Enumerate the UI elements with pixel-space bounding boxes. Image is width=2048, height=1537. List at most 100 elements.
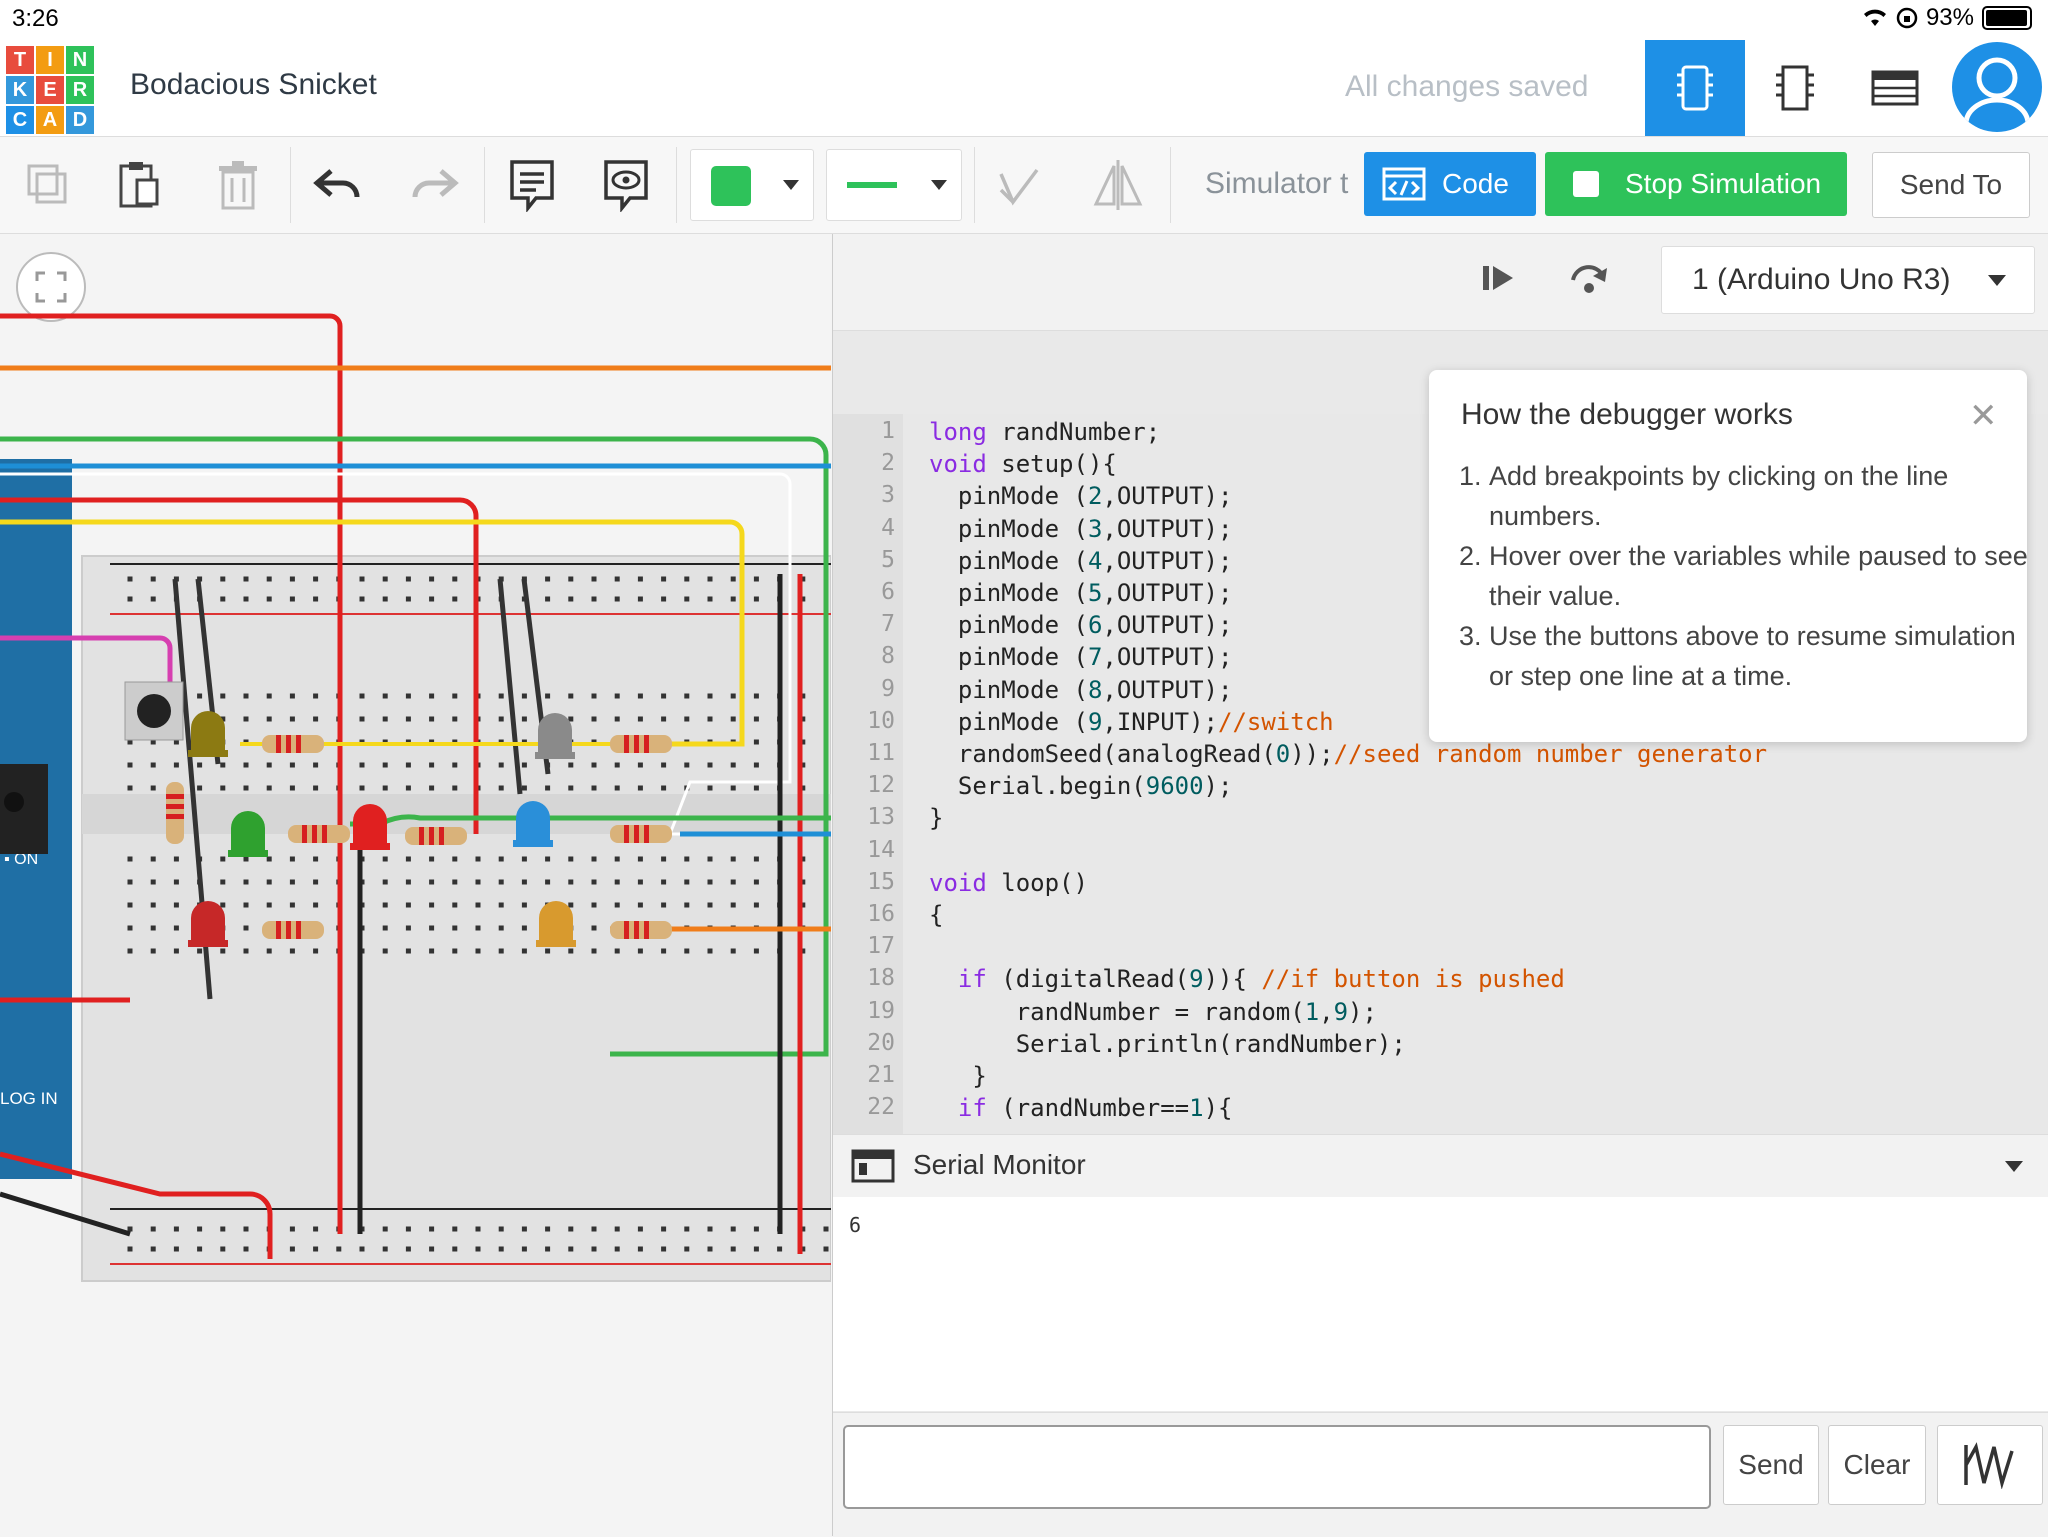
- serial-plotter-button[interactable]: [1937, 1425, 2043, 1505]
- breadboard-hole: [243, 879, 249, 885]
- breadboard-hole: [359, 1246, 365, 1252]
- code-line[interactable]: void loop(): [929, 869, 1088, 897]
- code-line[interactable]: randNumber = random(1,9);: [929, 998, 1377, 1026]
- simulator-time-label: Simulator t: [1205, 167, 1349, 200]
- debugger-help-list: Add breakpoints by clicking on the line …: [1449, 456, 2029, 696]
- breadboard-hole: [707, 762, 713, 768]
- close-icon[interactable]: ✕: [1969, 396, 1998, 436]
- circuit-canvas[interactable]: ▪ ON . . . LOG IN: [0, 234, 831, 1536]
- breadboard-hole: [127, 856, 133, 862]
- breadboard-hole: [220, 948, 226, 954]
- user-avatar[interactable]: [1952, 42, 2042, 132]
- breadboard-hole: [614, 879, 620, 885]
- code-line[interactable]: pinMode (4,OUTPUT);: [929, 547, 1233, 575]
- breadboard-hole: [684, 596, 690, 602]
- code-line[interactable]: pinMode (7,OUTPUT);: [929, 643, 1233, 671]
- code-button[interactable]: Code: [1364, 152, 1536, 216]
- serial-clear-button[interactable]: Clear: [1828, 1425, 1926, 1505]
- paste-button[interactable]: [110, 155, 170, 215]
- code-line[interactable]: pinMode (9,INPUT);//switch: [929, 708, 1334, 736]
- schematic-view-button[interactable]: [1745, 40, 1845, 136]
- code-line[interactable]: {: [929, 901, 943, 929]
- breadboard-hole: [452, 576, 458, 582]
- breadboard-hole: [289, 856, 295, 862]
- step-over-button[interactable]: [1567, 260, 1611, 301]
- code-line[interactable]: long randNumber;: [929, 418, 1160, 446]
- breadboard-hole: [405, 762, 411, 768]
- breadboard-hole: [475, 1226, 481, 1232]
- trash-icon: [219, 161, 257, 210]
- code-line[interactable]: if (randNumber==1){: [929, 1094, 1233, 1122]
- wire-type-dropdown[interactable]: [826, 149, 962, 221]
- breadboard-hole: [661, 879, 667, 885]
- breadboard-hole: [429, 1246, 435, 1252]
- tinkercad-logo[interactable]: TIN KER CAD: [6, 46, 94, 134]
- breadboard-hole: [289, 693, 295, 699]
- code-line[interactable]: pinMode (2,OUTPUT);: [929, 482, 1233, 510]
- breadboard-hole: [753, 739, 759, 745]
- stop-simulation-button[interactable]: Stop Simulation: [1545, 152, 1847, 216]
- breadboard-hole: [498, 1246, 504, 1252]
- breadboard-hole: [243, 948, 249, 954]
- breadboard-hole: [753, 576, 759, 582]
- fill-color-dropdown[interactable]: [690, 149, 814, 221]
- breadboard-hole: [661, 948, 667, 954]
- code-line[interactable]: void setup(){: [929, 450, 1117, 478]
- breadboard-hole: [684, 1226, 690, 1232]
- serial-send-button[interactable]: Send: [1723, 1425, 1819, 1505]
- toggle-notes-button[interactable]: [596, 155, 656, 215]
- breadboard-hole: [382, 856, 388, 862]
- breadboard-hole: [684, 856, 690, 862]
- code-line[interactable]: pinMode (5,OUTPUT);: [929, 579, 1233, 607]
- code-line[interactable]: randomSeed(analogRead(0));//seed random …: [929, 740, 1767, 768]
- breadboard-hole: [150, 948, 156, 954]
- breadboard-hole: [150, 785, 156, 791]
- breadboard-hole: [614, 596, 620, 602]
- serial-input[interactable]: [843, 1425, 1711, 1509]
- redo-button[interactable]: [404, 155, 464, 215]
- breadboard-hole: [289, 762, 295, 768]
- breadboard-hole: [220, 762, 226, 768]
- logo-letter: T: [6, 46, 34, 74]
- copy-button[interactable]: [18, 155, 78, 215]
- code-line[interactable]: }: [929, 1062, 986, 1090]
- code-line[interactable]: }: [929, 804, 943, 832]
- app-header: TIN KER CAD Bodacious Snicket All changes …: [0, 36, 2048, 137]
- code-line[interactable]: Serial.println(randNumber);: [929, 1030, 1406, 1058]
- code-line[interactable]: if (digitalRead(9)){ //if button is push…: [929, 965, 1565, 993]
- breadboard-icon: [1677, 65, 1713, 111]
- breadboard-hole: [313, 1246, 319, 1252]
- code-line[interactable]: pinMode (6,OUTPUT);: [929, 611, 1233, 639]
- breadboard-circuit[interactable]: ▪ ON . . . LOG IN: [0, 234, 831, 1536]
- chevron-down-icon[interactable]: [2005, 1161, 2023, 1172]
- serial-monitor-header[interactable]: Serial Monitor: [833, 1134, 2048, 1198]
- breadboard-hole: [452, 785, 458, 791]
- breadboard-hole: [243, 856, 249, 862]
- breadboard-hole: [452, 902, 458, 908]
- breadboard-hole: [429, 576, 435, 582]
- code-line[interactable]: pinMode (3,OUTPUT);: [929, 515, 1233, 543]
- breadboard-hole: [429, 902, 435, 908]
- undo-icon: [313, 169, 360, 198]
- flip-button[interactable]: [1088, 155, 1148, 215]
- breadboard-hole: [173, 856, 179, 862]
- document-name[interactable]: Bodacious Snicket: [130, 68, 377, 102]
- component-list-button[interactable]: [1845, 40, 1945, 136]
- undo-button[interactable]: [308, 155, 368, 215]
- serial-output-text: 6: [849, 1213, 862, 1237]
- breadboard-hole: [753, 716, 759, 722]
- notes-button[interactable]: [502, 155, 562, 215]
- breadboard-hole: [475, 879, 481, 885]
- resume-button[interactable]: [1481, 262, 1517, 299]
- device-selector[interactable]: 1 (Arduino Uno R3): [1661, 246, 2035, 314]
- send-to-button[interactable]: Send To: [1872, 152, 2030, 218]
- delete-button[interactable]: [208, 155, 268, 215]
- breadboard-hole: [243, 1246, 249, 1252]
- circuit-view-button[interactable]: [1645, 40, 1745, 136]
- code-line[interactable]: pinMode (8,OUTPUT);: [929, 676, 1233, 704]
- breadboard-hole: [243, 596, 249, 602]
- code-line[interactable]: Serial.begin(9600);: [929, 772, 1233, 800]
- breadboard-hole: [429, 948, 435, 954]
- rotate-button[interactable]: [988, 155, 1048, 215]
- serial-input-bar: Send Clear: [833, 1412, 2048, 1537]
